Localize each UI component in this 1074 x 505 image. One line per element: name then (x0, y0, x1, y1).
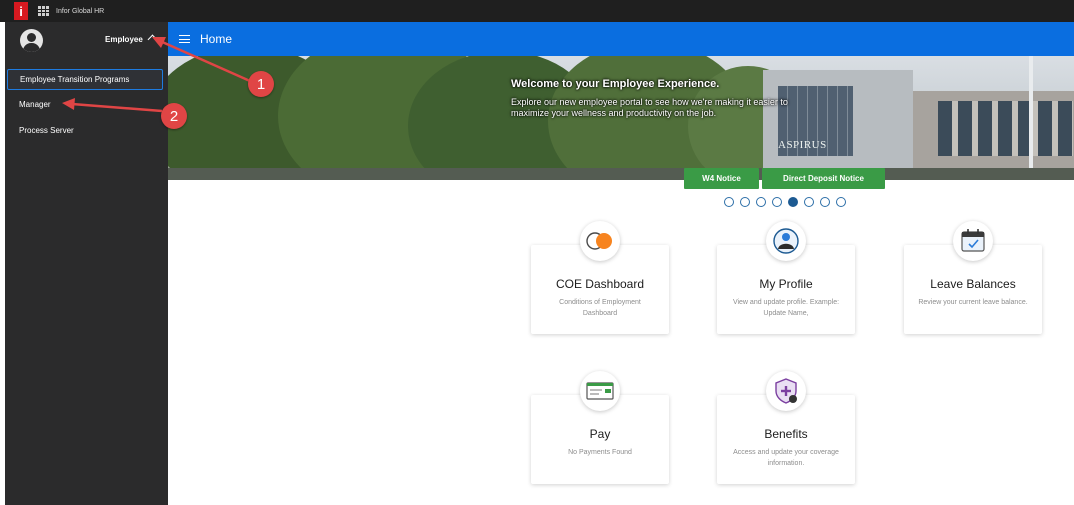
chevron-up-icon[interactable] (147, 34, 158, 45)
tile-leave-balances[interactable]: Leave Balances Review your current leave… (904, 221, 1042, 334)
tile-description: Review your current leave balance. (918, 299, 1028, 306)
sidebar: Employee Employee Transition Programs Ma… (5, 22, 168, 505)
menu-item-process-server[interactable]: Process Server (7, 120, 163, 141)
carousel-dot[interactable] (724, 197, 734, 207)
tile-benefits[interactable]: Benefits Access and update your coverage… (717, 371, 855, 484)
tile-coe-dashboard[interactable]: COE Dashboard Conditions of Employment D… (531, 221, 669, 334)
tile-title: COE Dashboard (555, 277, 645, 291)
tile-pay[interactable]: Pay No Payments Found (531, 371, 669, 484)
carousel-pagination (724, 197, 846, 207)
top-bar: i Infor Global HR (0, 0, 1074, 22)
shield-plus-icon (766, 371, 806, 411)
app-title: Infor Global HR (56, 7, 105, 15)
hamburger-menu-icon[interactable] (179, 35, 190, 43)
annotation-badge-1: 1 (248, 71, 274, 97)
carousel-dot-active[interactable] (788, 197, 798, 207)
tile-my-profile[interactable]: My Profile View and update profile. Exam… (717, 221, 855, 334)
menu-item-employee-transition-programs[interactable]: Employee Transition Programs (7, 69, 163, 90)
avatar-icon[interactable] (20, 29, 43, 52)
app-grid-icon[interactable] (38, 6, 49, 16)
carousel-dot[interactable] (740, 197, 750, 207)
page-title: Home (200, 32, 233, 46)
aspirus-sign: ASPIRUS (778, 139, 827, 151)
calendar-icon (953, 221, 993, 261)
carousel-dot[interactable] (772, 197, 782, 207)
carousel-dot[interactable] (836, 197, 846, 207)
banner-headline: Welcome to your Employee Experience. (511, 78, 720, 90)
tile-title: My Profile (759, 277, 813, 291)
direct-deposit-notice-button[interactable]: Direct Deposit Notice (762, 168, 885, 189)
tile-title: Benefits (764, 427, 808, 441)
banner-body-text: Explore our new employee portal to see h… (511, 97, 788, 118)
app-root: i Infor Global HR Employee Employee Tran… (0, 0, 1074, 505)
annotation-badge-2: 2 (161, 103, 187, 129)
carousel-dot[interactable] (756, 197, 766, 207)
tile-title: Pay (589, 427, 611, 441)
tile-title: Leave Balances (930, 277, 1016, 291)
menu-item-manager[interactable]: Manager (7, 94, 163, 115)
tile-description: View and update profile. Example: Update… (732, 299, 840, 317)
w4-notice-button[interactable]: W4 Notice (684, 168, 759, 189)
main-header: Home (168, 22, 1074, 56)
carousel-dot[interactable] (820, 197, 830, 207)
tile-description: No Payments Found (568, 449, 632, 456)
welcome-banner: ASPIRUS Welcome to your Employee Experie… (168, 56, 1074, 180)
role-switcher[interactable]: Employee (5, 22, 168, 60)
tile-description: Conditions of Employment Dashboard (559, 299, 641, 317)
infor-logo[interactable]: i (14, 2, 28, 20)
carousel-dot[interactable] (804, 197, 814, 207)
tile-description: Access and update your coverage informat… (733, 449, 839, 467)
role-label[interactable]: Employee (105, 35, 143, 44)
paycheck-icon (580, 371, 620, 411)
coe-circles-icon (580, 221, 620, 261)
profile-icon (766, 221, 806, 261)
